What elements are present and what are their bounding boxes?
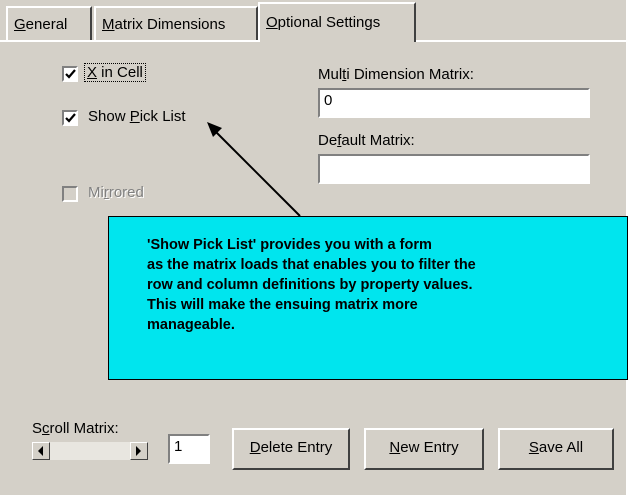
delete-label-post: elete Entry bbox=[260, 439, 333, 456]
new-label-post: ew Entry bbox=[400, 439, 459, 456]
mirrored-text-post: rored bbox=[108, 184, 144, 201]
tab-general-label-key: G bbox=[14, 16, 26, 33]
scroll-matrix-input[interactable]: 1 bbox=[168, 434, 210, 464]
x-in-cell-label[interactable]: X in Cell bbox=[84, 63, 146, 82]
default-matrix-label: Default Matrix: bbox=[318, 132, 415, 149]
show-pick-list-checkbox[interactable] bbox=[62, 110, 78, 126]
show-pick-list-label[interactable]: Show Pick List bbox=[88, 108, 186, 125]
mdm-value: 0 bbox=[324, 92, 333, 109]
checkmark-icon bbox=[65, 69, 76, 79]
x-in-cell-text-key: X bbox=[87, 64, 98, 81]
delete-label-key: D bbox=[249, 439, 261, 456]
show-pick-list-text-key: P bbox=[129, 108, 140, 125]
scroll-label-key: c bbox=[42, 420, 50, 437]
delete-entry-button[interactable]: Delete Entry bbox=[232, 428, 350, 470]
save-all-button[interactable]: Save All bbox=[498, 428, 614, 470]
tab-optional-settings[interactable]: Optional Settings bbox=[258, 2, 416, 42]
mdm-label-post: i Dimension Matrix: bbox=[346, 66, 474, 83]
callout-line-4: This will make the ensuing matrix more bbox=[147, 297, 418, 313]
tab-matrix-dimensions[interactable]: Matrix Dimensions bbox=[94, 6, 258, 40]
arrow-right-icon bbox=[136, 446, 141, 456]
scroll-label-post: roll Matrix: bbox=[49, 420, 119, 437]
callout-line-1: 'Show Pick List' provides you with a for… bbox=[147, 237, 432, 253]
show-pick-list-text-pre: Show bbox=[88, 108, 130, 125]
dm-label-post: ault Matrix: bbox=[341, 132, 415, 149]
new-label-key: N bbox=[389, 439, 401, 456]
mdm-label-pre: Mul bbox=[318, 66, 343, 83]
save-label-key: S bbox=[528, 439, 539, 456]
callout-line-5: manageable. bbox=[147, 317, 235, 333]
mirrored-label: Mirrored bbox=[88, 184, 144, 201]
multi-dimension-matrix-label: Multi Dimension Matrix: bbox=[318, 66, 474, 83]
x-in-cell-text-post: in Cell bbox=[97, 64, 143, 81]
scroll-label-pre: S bbox=[32, 420, 43, 437]
x-in-cell-focus: X in Cell bbox=[84, 63, 146, 82]
dm-label-pre: De bbox=[318, 132, 338, 149]
mirrored-text-pre: Mi bbox=[88, 184, 104, 201]
tab-general[interactable]: General bbox=[6, 6, 92, 40]
scroll-left-button[interactable] bbox=[32, 442, 50, 460]
mirrored-checkbox bbox=[62, 186, 78, 202]
tab-matrix-label-post: atrix Dimensions bbox=[114, 16, 226, 33]
help-callout: 'Show Pick List' provides you with a for… bbox=[108, 216, 628, 380]
tab-optional-label-key: O bbox=[266, 14, 278, 31]
tab-general-label-post: eneral bbox=[25, 16, 68, 33]
callout-line-2: as the matrix loads that enables you to … bbox=[147, 257, 476, 273]
default-matrix-input[interactable] bbox=[318, 154, 590, 184]
callout-line-3: row and column definitions by property v… bbox=[147, 277, 473, 293]
scroll-track[interactable] bbox=[50, 442, 130, 460]
show-pick-list-text-post: ick List bbox=[139, 108, 186, 125]
checkmark-icon bbox=[65, 113, 76, 123]
scroll-matrix-label: Scroll Matrix: bbox=[32, 420, 119, 437]
tab-matrix-label-key: M bbox=[102, 16, 115, 33]
scroll-right-button[interactable] bbox=[130, 442, 148, 460]
save-label-post: ave All bbox=[538, 439, 584, 456]
arrow-left-icon bbox=[38, 446, 43, 456]
multi-dimension-matrix-input[interactable]: 0 bbox=[318, 88, 590, 118]
scroll-value: 1 bbox=[174, 438, 183, 455]
x-in-cell-checkbox[interactable] bbox=[62, 66, 78, 82]
new-entry-button[interactable]: New Entry bbox=[364, 428, 484, 470]
tab-optional-label-post: ptional Settings bbox=[277, 14, 381, 31]
